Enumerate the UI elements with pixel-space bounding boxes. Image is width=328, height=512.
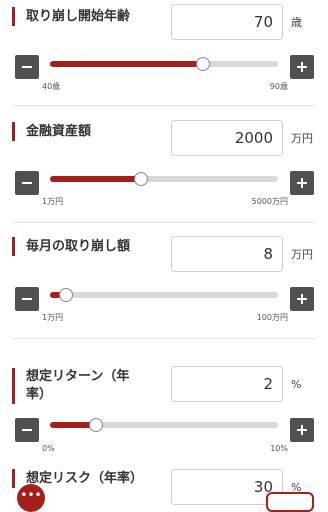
- expected-return-slider[interactable]: [50, 418, 278, 432]
- expected-return-min-label: 0%: [42, 444, 55, 453]
- monthly-withdrawal-minus-button[interactable]: [15, 287, 39, 311]
- expected-return-unit: %: [291, 378, 302, 391]
- expected-return-label-line2: 率）: [26, 387, 53, 402]
- monthly-withdrawal-min-label: 1万円: [42, 313, 64, 322]
- monthly-withdrawal-label: 毎月の取り崩し額: [12, 237, 130, 256]
- monthly-withdrawal-input[interactable]: 8: [171, 236, 283, 272]
- start-age-unit: 歳: [291, 16, 302, 29]
- monthly-withdrawal-slider[interactable]: [50, 288, 278, 302]
- minus-icon: [22, 182, 32, 184]
- plus-icon: [297, 178, 307, 188]
- assets-label: 金融資産額: [12, 122, 91, 141]
- divider: [12, 105, 316, 106]
- expected-return-input[interactable]: 2: [171, 366, 283, 402]
- start-age-min-label: 40歳: [42, 82, 61, 91]
- expected-return-plus-button[interactable]: [290, 418, 314, 442]
- assets-max-label: 5000万円: [251, 197, 288, 206]
- plus-icon: [297, 294, 307, 304]
- assets-input[interactable]: 2000: [171, 120, 283, 156]
- monthly-withdrawal-slider-thumb[interactable]: [58, 288, 73, 302]
- start-age-label: 取り崩し開始年齢: [12, 7, 130, 26]
- start-age-slider[interactable]: [50, 57, 278, 71]
- monthly-withdrawal-max-label: 100万円: [256, 313, 288, 322]
- expected-return-minus-button[interactable]: [15, 418, 39, 442]
- start-age-input[interactable]: 70: [171, 4, 283, 40]
- assets-slider-fill: [50, 176, 142, 182]
- assets-slider[interactable]: [50, 172, 278, 186]
- plus-icon: [297, 425, 307, 435]
- expected-return-label: 想定リターン（年 率）: [12, 368, 129, 404]
- monthly-withdrawal-unit: 万円: [291, 248, 313, 261]
- minus-icon: [22, 66, 32, 68]
- plus-icon: [297, 62, 307, 72]
- divider: [12, 338, 316, 339]
- start-age-minus-button[interactable]: [15, 55, 39, 79]
- assets-plus-button[interactable]: [290, 171, 314, 195]
- assets-min-label: 1万円: [42, 197, 64, 206]
- assets-unit: 万円: [291, 132, 313, 145]
- chat-dots-icon[interactable]: •••: [17, 484, 45, 512]
- start-age-plus-button[interactable]: [290, 55, 314, 79]
- start-age-max-label: 90歳: [269, 82, 288, 91]
- expected-return-max-label: 10%: [270, 444, 288, 453]
- floating-chat-button[interactable]: [266, 492, 314, 512]
- start-age-slider-fill: [50, 61, 203, 67]
- assets-minus-button[interactable]: [15, 171, 39, 195]
- minus-icon: [22, 429, 32, 431]
- expected-return-slider-thumb[interactable]: [88, 418, 103, 432]
- expected-return-label-line1: 想定リターン（年: [26, 369, 130, 384]
- divider: [12, 222, 316, 223]
- monthly-withdrawal-plus-button[interactable]: [290, 287, 314, 311]
- start-age-slider-thumb[interactable]: [195, 57, 210, 71]
- minus-icon: [22, 298, 32, 300]
- assets-slider-thumb[interactable]: [134, 172, 149, 186]
